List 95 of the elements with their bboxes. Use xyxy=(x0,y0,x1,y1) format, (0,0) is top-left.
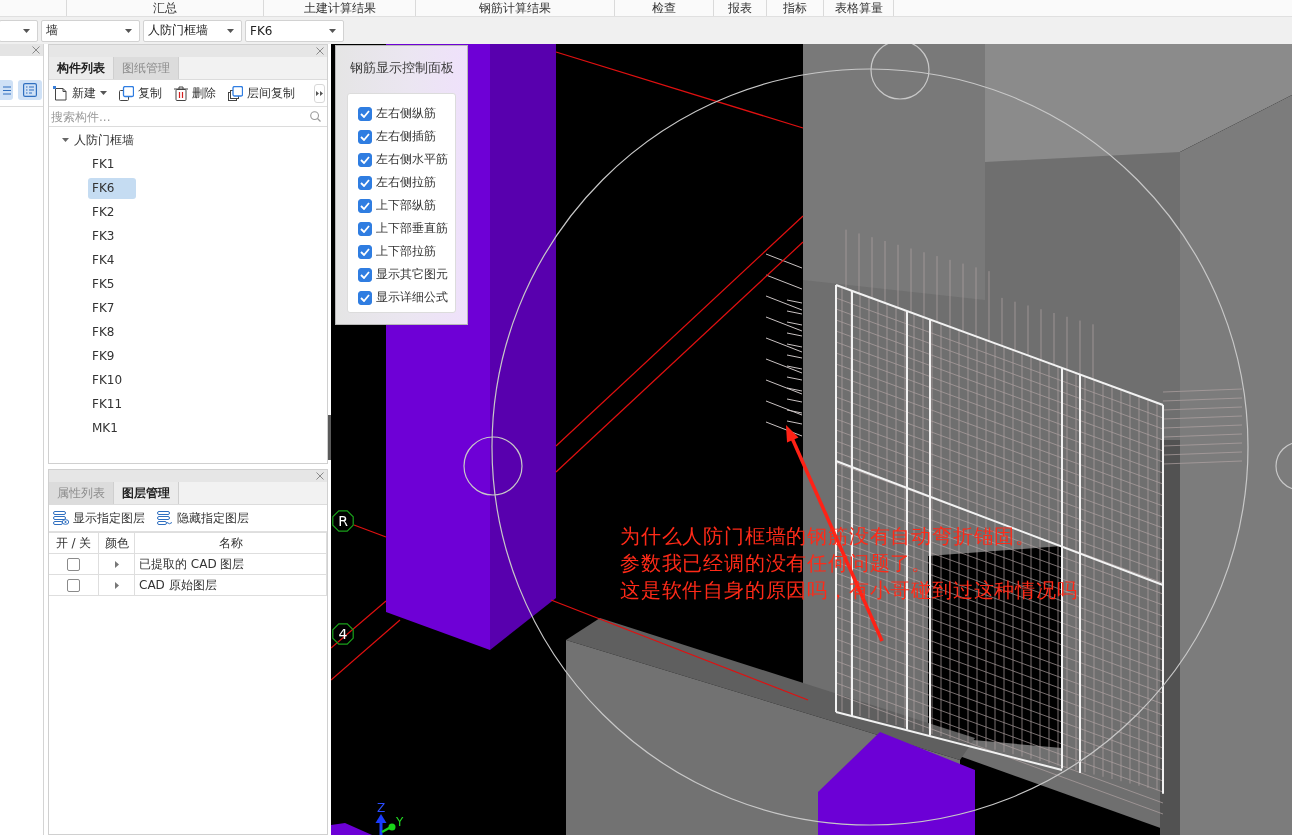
checkbox[interactable] xyxy=(358,244,372,259)
list-detail-icon xyxy=(23,83,37,97)
toolbar-button[interactable]: 隐藏指定图层 xyxy=(157,509,249,527)
ribbon-tab[interactable]: 汇总 xyxy=(67,0,264,16)
copy-icon xyxy=(119,85,134,101)
expand-arrow-icon[interactable] xyxy=(62,138,69,142)
toolbar-button[interactable]: 删除 xyxy=(174,84,216,102)
checkbox[interactable] xyxy=(67,578,80,592)
panel-tab[interactable]: 图层管理 xyxy=(114,482,179,504)
checkbox[interactable] xyxy=(358,221,372,236)
list-icon xyxy=(2,85,11,95)
checkbox[interactable] xyxy=(358,175,372,190)
option-label[interactable]: 左右侧拉筋 xyxy=(376,174,436,191)
close-icon[interactable] xyxy=(32,46,40,54)
toolbar-button[interactable]: 复制 xyxy=(119,84,162,102)
checkbox[interactable] xyxy=(358,129,372,144)
dropdown-field[interactable] xyxy=(0,19,38,42)
new-document-icon xyxy=(53,85,68,101)
more-button[interactable] xyxy=(314,83,325,103)
option-label[interactable]: 显示详细公式 xyxy=(376,289,448,306)
checkbox[interactable] xyxy=(358,198,372,213)
option-label[interactable]: 左右侧插筋 xyxy=(376,128,436,145)
panel-tab[interactable]: 构件列表 xyxy=(49,57,114,79)
table-cell: CAD 原始图层 xyxy=(135,575,327,596)
tree-item[interactable]: FK6 xyxy=(88,177,136,199)
toolbar-button[interactable]: 新建 xyxy=(53,84,107,102)
search-field[interactable]: 搜索构件... xyxy=(51,107,306,126)
ribbon-tab[interactable]: 钢筋计算结果 xyxy=(416,0,615,16)
tree-item[interactable]: FK11 xyxy=(88,393,136,415)
ribbon-tab[interactable]: 指标 xyxy=(767,0,824,16)
tree-item[interactable]: FK7 xyxy=(88,297,136,319)
gizmo-label: Z xyxy=(376,801,386,815)
checkbox[interactable] xyxy=(358,267,372,282)
option-label[interactable]: 左右侧纵筋 xyxy=(376,105,436,122)
checkbox[interactable] xyxy=(358,152,372,167)
layers-eye-icon xyxy=(53,511,69,525)
dropdown-field[interactable]: 墙 xyxy=(41,19,140,42)
tree-item[interactable]: FK9 xyxy=(88,345,136,367)
option-label[interactable]: 上下部纵筋 xyxy=(376,197,436,214)
checkbox[interactable] xyxy=(67,557,80,571)
toolbar-button[interactable]: 显示指定图层 xyxy=(53,509,145,527)
caret-icon xyxy=(125,28,132,33)
stacked-squares-icon xyxy=(228,85,243,101)
close-icon[interactable] xyxy=(316,472,324,480)
axis-label: 4 xyxy=(338,626,348,642)
splitter-handle[interactable] xyxy=(328,415,331,460)
option-label[interactable]: 上下部垂直筋 xyxy=(376,220,448,237)
gizmo-label: Y xyxy=(396,815,404,829)
ribbon-tab[interactable]: 检查 xyxy=(615,0,714,16)
axis-line xyxy=(331,600,387,649)
tree-item[interactable]: FK5 xyxy=(88,273,136,295)
option-label[interactable]: 左右侧水平筋 xyxy=(376,151,448,168)
tree-item[interactable]: FK1 xyxy=(88,153,136,175)
trash-icon xyxy=(174,85,188,101)
dropdown-field[interactable]: 人防门框墙 xyxy=(143,19,242,42)
ribbon-tab[interactable]: 土建计算结果 xyxy=(264,0,416,16)
tree-item[interactable]: FK2 xyxy=(88,201,136,223)
caret-icon xyxy=(23,28,30,33)
tree-item[interactable]: FK3 xyxy=(88,225,136,247)
axis-bubble xyxy=(332,510,354,532)
expand-arrow-icon[interactable] xyxy=(114,560,119,568)
double-chevron-icon xyxy=(316,90,323,96)
tree-item[interactable]: FK10 xyxy=(88,369,136,391)
beam-block xyxy=(331,823,372,835)
search-icon xyxy=(310,111,321,122)
column-header: 颜色 xyxy=(99,533,135,554)
layers-icon xyxy=(157,511,173,525)
toolbar-button[interactable]: 层间复制 xyxy=(228,84,295,102)
detail-view-button[interactable] xyxy=(18,80,42,100)
caret-icon xyxy=(227,28,234,33)
axis-bubble xyxy=(332,623,354,645)
panel-title: 钢筋显示控制面板 xyxy=(349,59,454,77)
axis-label: R xyxy=(338,513,348,529)
axis-line xyxy=(331,619,401,681)
column-header: 名称 xyxy=(135,533,327,554)
option-label[interactable]: 显示其它图元 xyxy=(376,266,448,283)
dropdown-field[interactable]: FK6 xyxy=(245,19,344,42)
list-view-button[interactable] xyxy=(0,80,13,100)
ribbon-tab[interactable]: 报表 xyxy=(714,0,767,16)
close-icon[interactable] xyxy=(316,47,324,55)
z-axis-arrow xyxy=(375,814,387,835)
checkbox[interactable] xyxy=(358,290,372,305)
tree-item[interactable]: FK8 xyxy=(88,321,136,343)
y-axis-arrow xyxy=(381,823,396,834)
tree-item[interactable]: FK4 xyxy=(88,249,136,271)
axis-line xyxy=(353,524,387,538)
caret-icon xyxy=(329,28,336,33)
checkbox[interactable] xyxy=(358,106,372,121)
column-header: 开 / 关 xyxy=(49,533,99,554)
tree-item[interactable]: 人防门框墙 xyxy=(74,131,134,149)
option-label[interactable]: 上下部拉筋 xyxy=(376,243,436,260)
expand-arrow-icon[interactable] xyxy=(114,581,119,589)
ribbon-tab[interactable]: 表格算量 xyxy=(824,0,894,16)
tree-item[interactable]: MK1 xyxy=(88,417,136,439)
table-cell: 已提取的 CAD 图层 xyxy=(135,554,327,575)
